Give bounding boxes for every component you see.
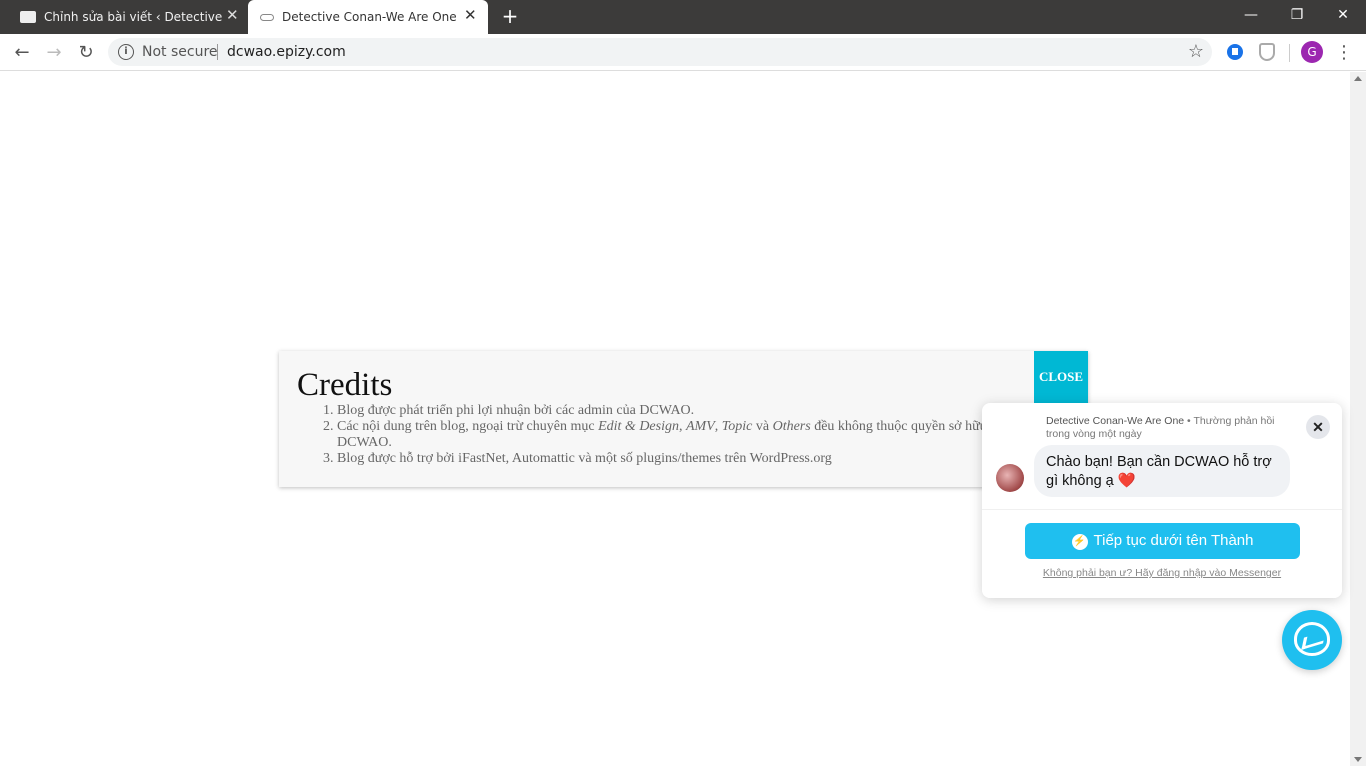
page-avatar (996, 464, 1024, 492)
close-popup-icon[interactable]: ✕ (1306, 415, 1330, 439)
close-window-button[interactable]: ✕ (1320, 0, 1366, 30)
greeting-text: Chào bạn! Bạn cần DCWAO hỗ trợ gì không … (1046, 454, 1272, 489)
tab-dcwao[interactable]: Detective Conan-We Are One ✕ (248, 0, 488, 34)
extension-shield-icon[interactable] (1259, 43, 1275, 61)
messenger-popup: Detective Conan-We Are One • Thường phản… (982, 403, 1342, 598)
tab-title: Detective Conan-We Are One (282, 10, 457, 24)
close-button[interactable]: CLOSE (1034, 351, 1088, 403)
page-name: Detective Conan-We Are One (1046, 415, 1185, 427)
profile-avatar[interactable]: G (1301, 41, 1323, 63)
close-tab-icon[interactable]: ✕ (464, 8, 477, 23)
site-favicon-icon (260, 13, 274, 21)
security-label[interactable]: Not secure (142, 44, 218, 60)
browser-toolbar: ← → ↻ i Not secure dcwao.epizy.com ☆ G ⋮ (0, 34, 1366, 71)
address-bar[interactable]: i Not secure dcwao.epizy.com ☆ (108, 38, 1212, 66)
tab-title: Chỉnh sửa bài viết ‹ Detective Conan (44, 10, 222, 24)
scroll-up-icon[interactable] (1354, 76, 1362, 81)
reload-icon[interactable]: ↻ (73, 40, 99, 66)
messenger-chat-button[interactable] (1282, 610, 1342, 670)
forward-arrow-icon[interactable]: → (41, 40, 67, 66)
extension-bookmark-icon[interactable] (1227, 44, 1243, 60)
continue-as-button[interactable]: ⚡ Tiếp tục dưới tên Thành (1025, 523, 1300, 559)
list-item: Các nội dung trên blog, ngoại trừ chuyên… (337, 419, 1067, 451)
messenger-icon (1294, 622, 1330, 656)
credits-list: Blog được phát triển phi lợi nhuận bởi c… (337, 403, 1067, 467)
back-arrow-icon[interactable]: ← (9, 40, 35, 66)
messenger-footer: ⚡ Tiếp tục dưới tên Thành Không phải bạn … (982, 509, 1342, 598)
page-scrollbar[interactable] (1350, 72, 1366, 766)
minimize-button[interactable]: — (1228, 0, 1274, 30)
tab-strip: Chỉnh sửa bài viết ‹ Detective Conan ✕ D… (0, 0, 1366, 34)
bookmark-star-icon[interactable]: ☆ (1188, 41, 1204, 62)
list-item: Blog được hỗ trợ bởi iFastNet, Automatti… (337, 451, 1067, 467)
tab-edit-post[interactable]: Chỉnh sửa bài viết ‹ Detective Conan ✕ (10, 0, 248, 34)
toolbar-separator (1289, 44, 1290, 62)
url-text[interactable]: dcwao.epizy.com (227, 44, 346, 60)
messenger-bolt-icon: ⚡ (1071, 534, 1088, 550)
divider (217, 44, 218, 60)
close-tab-icon[interactable]: ✕ (226, 8, 239, 23)
scroll-down-icon[interactable] (1354, 757, 1362, 762)
heart-icon: ❤️ (1117, 473, 1136, 489)
list-item: Blog được phát triển phi lợi nhuận bởi c… (337, 403, 1067, 419)
messenger-header: Detective Conan-We Are One • Thường phản… (1046, 415, 1296, 441)
new-tab-button[interactable]: + (499, 5, 521, 27)
login-messenger-link[interactable]: Không phải bạn ư? Hãy đăng nhập vào Mess… (982, 567, 1342, 579)
restore-button[interactable]: ❐ (1274, 0, 1320, 30)
menu-kebab-icon[interactable]: ⋮ (1334, 40, 1354, 66)
site-favicon-icon (20, 11, 36, 23)
credits-modal: Credits Blog được phát triển phi lợi nhu… (279, 351, 1088, 487)
info-icon[interactable]: i (118, 44, 134, 60)
greeting-bubble: Chào bạn! Bạn cần DCWAO hỗ trợ gì không … (1034, 445, 1290, 497)
credits-title: Credits (297, 367, 393, 403)
